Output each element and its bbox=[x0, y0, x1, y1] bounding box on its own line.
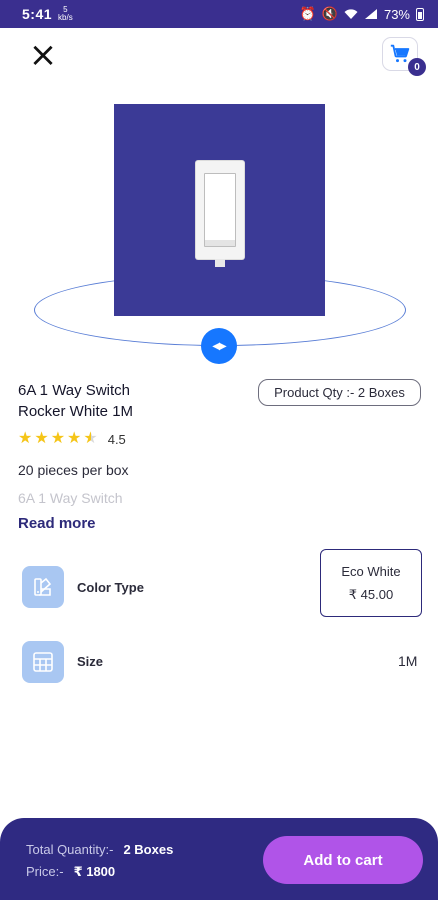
star-icon: ★ bbox=[34, 430, 49, 447]
total-quantity-value: 2 Boxes bbox=[123, 842, 174, 857]
total-quantity-label: Total Quantity:- bbox=[26, 842, 114, 857]
color-option-price: ₹ 45.00 bbox=[348, 586, 394, 602]
product-360-viewer[interactable]: ◀▶ bbox=[0, 100, 438, 370]
size-label: Size bbox=[77, 654, 104, 669]
status-bar: 5:41 5 kb/s ⏰ 🔇 73% bbox=[0, 0, 438, 28]
pieces-per-box: 20 pieces per box bbox=[18, 462, 129, 478]
palette-icon bbox=[22, 566, 64, 608]
close-icon[interactable]: × bbox=[28, 38, 58, 72]
signal-icon bbox=[364, 9, 377, 19]
cart-icon bbox=[390, 44, 410, 63]
total-price-label: Price:- bbox=[26, 864, 64, 879]
color-option-name: Eco White bbox=[341, 563, 401, 579]
switch-illustration bbox=[195, 161, 244, 267]
battery-icon bbox=[416, 7, 424, 21]
network-speed: 5 kb/s bbox=[58, 6, 73, 22]
cart-count-badge: 0 bbox=[408, 58, 426, 76]
star-icon: ★ bbox=[18, 430, 33, 447]
status-icons: ⏰ 🔇 73% bbox=[300, 6, 424, 22]
star-icon: ★ bbox=[67, 430, 82, 447]
product-title: 6A 1 Way Switch Rocker White 1M bbox=[18, 380, 218, 422]
total-price-value: ₹ 1800 bbox=[73, 864, 116, 879]
rotate-handle-icon[interactable]: ◀▶ bbox=[201, 328, 237, 364]
star-icon: ★ bbox=[50, 430, 66, 447]
size-value: 1M bbox=[398, 653, 418, 669]
status-time: 5:41 bbox=[22, 6, 53, 22]
battery-percent: 73% bbox=[383, 6, 410, 22]
description-preview: 6A 1 Way Switch bbox=[18, 490, 123, 506]
mute-icon: 🔇 bbox=[321, 6, 338, 21]
product-qty-pill: Product Qty :- 2 Boxes bbox=[258, 379, 421, 406]
grid-icon bbox=[22, 641, 64, 683]
add-to-cart-button[interactable]: Add to cart bbox=[263, 836, 423, 884]
total-price: Price:- ₹ 1800 bbox=[26, 864, 115, 880]
rating-value: 4.5 bbox=[107, 431, 126, 447]
total-quantity: Total Quantity:- 2 Boxes bbox=[26, 842, 173, 857]
cart-button[interactable]: 0 bbox=[382, 37, 426, 76]
network-speed-unit: kb/s bbox=[58, 13, 73, 22]
half-star-icon: ★ bbox=[83, 430, 98, 447]
switch-tab bbox=[214, 259, 225, 267]
color-type-label: Color Type bbox=[77, 580, 144, 595]
product-title-line1: 6A 1 Way Switch bbox=[18, 382, 130, 399]
product-image[interactable] bbox=[114, 104, 325, 316]
read-more-link[interactable]: Read more bbox=[18, 515, 96, 532]
color-option-card[interactable]: Eco White ₹ 45.00 bbox=[320, 549, 422, 617]
wifi-icon bbox=[344, 9, 358, 19]
product-rating: ★ ★ ★ ★ ★ 4.5 bbox=[18, 430, 126, 448]
switch-rocker bbox=[203, 173, 236, 247]
alarm-icon: ⏰ bbox=[299, 6, 316, 21]
product-title-line2: Rocker White 1M bbox=[18, 403, 134, 420]
